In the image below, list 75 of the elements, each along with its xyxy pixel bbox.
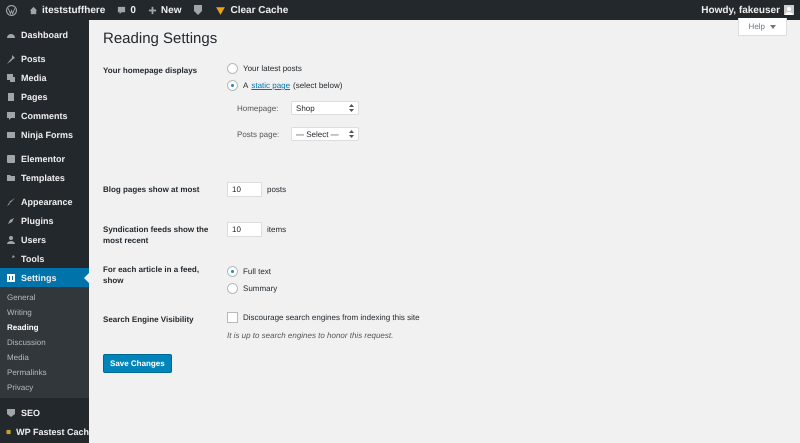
field-label: Your homepage displays xyxy=(103,65,198,76)
submenu-item[interactable]: Reading xyxy=(0,320,89,335)
user-icon xyxy=(6,234,16,244)
unit-label: items xyxy=(267,225,286,234)
form-icon xyxy=(6,130,16,140)
help-note: It is up to search engines to honor this request. xyxy=(227,331,394,340)
menu-item[interactable]: Comments xyxy=(0,106,89,125)
menu-item[interactable]: Ninja Forms xyxy=(0,125,89,144)
site-link[interactable]: iteststuffhere xyxy=(29,4,106,16)
clear-cache-link[interactable]: Clear Cache xyxy=(215,4,288,16)
menu-item[interactable]: SEO xyxy=(0,403,89,422)
dropdown[interactable]: Shop xyxy=(291,101,359,115)
submenu-item[interactable]: Writing xyxy=(0,305,89,320)
updown-caret-icon xyxy=(349,104,354,112)
submenu-item[interactable]: Privacy xyxy=(0,380,89,395)
select-label: Homepage: xyxy=(237,104,280,112)
comment-icon xyxy=(117,6,126,14)
avatar-icon xyxy=(784,5,794,15)
field-label: Blog pages show at most xyxy=(103,184,200,195)
menu-item[interactable]: Settings xyxy=(0,268,89,287)
radio-button[interactable] xyxy=(227,283,238,294)
comment-icon xyxy=(6,110,16,120)
option-label: Your latest posts xyxy=(243,64,302,73)
menu-item[interactable]: Templates xyxy=(0,168,89,187)
menu-item[interactable]: Media xyxy=(0,68,89,87)
account-link[interactable]: Howdy, fakeuser xyxy=(701,4,794,16)
static-page-link[interactable]: static page xyxy=(251,81,290,90)
radio-button[interactable] xyxy=(227,266,238,277)
dropdown[interactable]: — Select — xyxy=(291,127,359,141)
plus-icon xyxy=(148,6,157,14)
option-hint: (select below) xyxy=(293,81,342,90)
menu-item[interactable]: Tools xyxy=(0,249,89,268)
folder-icon xyxy=(6,172,16,182)
option-label: A xyxy=(243,81,248,90)
submenu-item[interactable]: Permalinks xyxy=(0,365,89,380)
radio-button[interactable] xyxy=(227,63,238,74)
field-label: Search Engine Visibility xyxy=(103,314,195,325)
select-label: Posts page: xyxy=(237,130,280,138)
unit-label: posts xyxy=(267,185,286,194)
option-label: Summary xyxy=(243,284,278,293)
save-changes-button[interactable]: Save Changes xyxy=(103,354,172,373)
help-tab[interactable]: Help xyxy=(738,18,787,36)
caret-icon xyxy=(770,24,776,28)
menu-item[interactable]: Pages xyxy=(0,87,89,106)
wordpress-logo-icon[interactable] xyxy=(6,4,17,16)
pages-icon xyxy=(6,92,16,102)
home-icon xyxy=(29,6,38,14)
checkbox-label: Discourage search engines from indexing this site xyxy=(243,313,420,322)
menu-item[interactable]: Elementor xyxy=(0,149,89,168)
menu-item[interactable]: Dashboard xyxy=(0,25,89,44)
number-input[interactable]: 10 xyxy=(227,222,262,237)
menu-item[interactable]: Plugins xyxy=(0,211,89,230)
menu-item[interactable]: WP Fastest Cach xyxy=(0,422,89,441)
menu-item[interactable]: Users xyxy=(0,230,89,249)
checkbox[interactable] xyxy=(227,312,238,323)
field-label: Syndication feeds show the most recent xyxy=(103,224,210,246)
media-icon xyxy=(6,72,16,82)
elementor-icon xyxy=(6,154,16,164)
settings-icon xyxy=(6,272,16,282)
menu-item[interactable]: Appearance xyxy=(0,192,89,211)
updown-caret-icon xyxy=(349,130,354,138)
new-link[interactable]: New xyxy=(148,4,182,16)
field-label: For each article in a feed, show xyxy=(103,264,200,286)
submenu-item[interactable]: Discussion xyxy=(0,335,89,350)
number-input[interactable]: 10 xyxy=(227,182,262,197)
submenu-item[interactable]: Media xyxy=(0,350,89,365)
pin-icon xyxy=(6,54,16,64)
option-label: Full text xyxy=(243,267,272,276)
shield-icon[interactable] xyxy=(193,4,204,16)
submenu-item[interactable]: General xyxy=(0,290,89,305)
page-title: Reading Settings xyxy=(103,30,218,47)
radio-button[interactable] xyxy=(227,80,238,91)
shield-icon xyxy=(6,408,16,418)
comments-link[interactable]: 0 xyxy=(117,4,136,16)
menu-item[interactable]: Posts xyxy=(0,49,89,68)
